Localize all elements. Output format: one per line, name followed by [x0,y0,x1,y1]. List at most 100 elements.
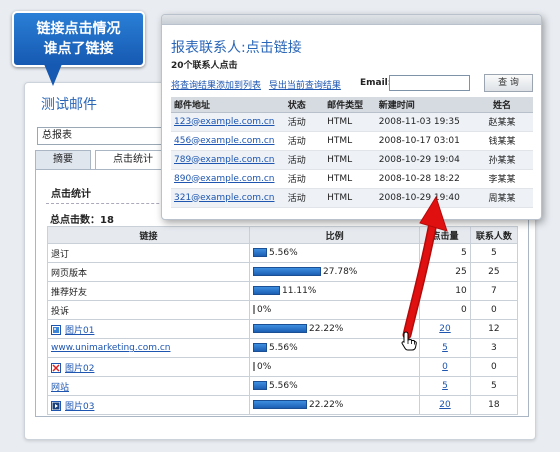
ratio-cell: 5.56% [249,376,421,396]
contact-created-time-cell: 2008-10-28 18:22 [375,169,471,189]
table-row: 网站 5.56% 5 5 [46,376,519,396]
query-button[interactable]: 查 询 [484,74,533,92]
email-input[interactable] [389,75,470,91]
contacts-popup: 报表联系人:点击链接 20个联系人点击 将查询结果添加到列表 导出当前查询结果 … [161,14,542,220]
contact-email-link-cell: 789@example.com.cn [171,150,285,170]
contact-email-link[interactable]: 789@example.com.cn [174,155,275,165]
clicks-value[interactable]: 0 [442,362,448,372]
clicks-cell: 20 [419,395,471,415]
link-cell: 图片02 [46,357,251,377]
email-label: Email: [360,78,392,88]
contact-mail-type: HTML [327,154,353,165]
contact-name-cell: 钱某某 [470,131,533,151]
link-label[interactable]: 图片03 [65,402,94,412]
link-label: 网页版本 [51,268,88,279]
contact-created-time-cell: 2008-11-03 19:35 [375,112,471,132]
ratio-percent: 5.56% [269,342,298,353]
contact-email-link[interactable]: 123@example.com.cn [174,117,275,127]
contacts-count: 0 [469,300,519,320]
ratio-percent: 5.56% [269,247,298,258]
clicks-cell: 5 [419,338,471,358]
clicks-value: 25 [455,267,467,277]
header-status: 状态 [284,97,325,113]
contact-row: 456@example.com.cn 活动 HTML 2008-10-17 03:01… [171,131,533,151]
link-label[interactable]: 图片01 [65,326,94,336]
add-results-to-list-link[interactable]: 将查询结果添加到列表 [171,81,261,91]
contact-email-link-cell: 321@example.com.cn [171,188,285,208]
link-label[interactable]: 图片02 [65,364,94,374]
contact-row: 890@example.com.cn 活动 HTML 2008-10-28 18:22… [171,169,533,189]
contact-name-cell: 周某某 [470,188,533,208]
contact-name-cell: 孙某某 [470,150,533,170]
link-label: 退订 [51,249,70,260]
contact-status: 活动 [287,156,306,166]
table-row: 图片03 22.22% 20 18 [46,395,519,415]
page-title: 测试邮件 [41,97,97,113]
ratio-bar [253,305,256,315]
header-name: 姓名 [470,97,533,113]
clicks-value[interactable]: 5 [442,343,448,353]
clicks-value: 10 [455,286,467,296]
ratio-percent: 22.22% [309,399,344,410]
contact-name: 李某某 [488,175,516,185]
contact-mail-type-cell: HTML [324,169,376,189]
link-cell: 图片01 [46,319,251,339]
contacts-table: 邮件地址 状态 邮件类型 新建时间 姓名 123@example.com.cn 活… [171,97,533,208]
ratio-bar [253,362,256,372]
contact-created-time-cell: 2008-10-17 03:01 [375,131,471,151]
contact-email-link-cell: 890@example.com.cn [171,169,285,189]
link-cell: 图片03 [46,395,251,415]
link-cell: www.unimarketing.com.cn [46,338,251,358]
popup-title: 报表联系人:点击链接 [171,40,302,56]
export-results-link[interactable]: 导出当前查询结果 [269,81,341,91]
contact-status-cell: 活动 [284,150,325,170]
contact-mail-type-cell: HTML [324,188,376,208]
contacts-count: 3 [469,338,519,358]
clicks-value[interactable]: 5 [442,381,448,391]
contact-email-link-cell: 456@example.com.cn [171,131,285,151]
report-select[interactable]: 总报表 [37,127,177,145]
link-label[interactable]: www.unimarketing.com.cn [51,343,170,353]
contact-name: 钱某某 [488,137,516,147]
tab-summary[interactable]: 摘要 [35,150,91,170]
contact-status-cell: 活动 [284,131,325,151]
contact-name: 孙某某 [488,156,516,166]
callout-line-2: 谁点了链接 [43,41,114,57]
tab-click-stats[interactable]: 点击统计 [95,150,171,170]
contact-created-time: 2008-10-29 19:04 [378,154,460,165]
contacts-count: 12 [469,319,519,339]
contacts-count: 25 [469,262,519,282]
ratio-bar [253,248,268,258]
ratio-percent: 22.22% [309,323,344,334]
link-cell: 退订 [46,243,251,263]
hand-cursor-icon [401,331,417,351]
contact-row: 789@example.com.cn 活动 HTML 2008-10-29 19:04… [171,150,533,170]
contact-name-cell: 李某某 [470,169,533,189]
ratio-cell: 0% [249,357,421,377]
contact-mail-type: HTML [327,173,353,184]
contact-name-cell: 赵某某 [470,112,533,132]
clicks-value[interactable]: 20 [439,400,450,410]
header-link: 链接 [46,226,251,244]
contact-mail-type-cell: HTML [324,131,376,151]
contacts-count: 7 [469,281,519,301]
contact-created-time: 2008-11-03 19:35 [378,116,460,127]
contact-email-link[interactable]: 890@example.com.cn [174,174,275,184]
contact-email-link[interactable]: 456@example.com.cn [174,136,275,146]
total-clicks: 总点击数：18 [50,215,114,226]
popup-titlebar [162,15,541,25]
ratio-percent: 5.56% [269,380,298,391]
popup-subtitle: 20个联系人点击 [171,61,238,71]
link-label[interactable]: 网站 [51,383,69,393]
image-icon [51,325,61,335]
contact-name: 赵某某 [488,118,516,128]
ratio-cell: 22.22% [249,395,421,415]
header-email: 邮件地址 [171,97,285,113]
contacts-count: 5 [469,243,519,263]
contact-status-cell: 活动 [284,169,325,189]
popup-action-links: 将查询结果添加到列表 导出当前查询结果 [171,78,346,91]
contact-email-link[interactable]: 321@example.com.cn [174,193,275,203]
ratio-bar [253,381,268,391]
contact-status: 活动 [287,194,306,204]
link-cell: 网站 [46,376,251,396]
